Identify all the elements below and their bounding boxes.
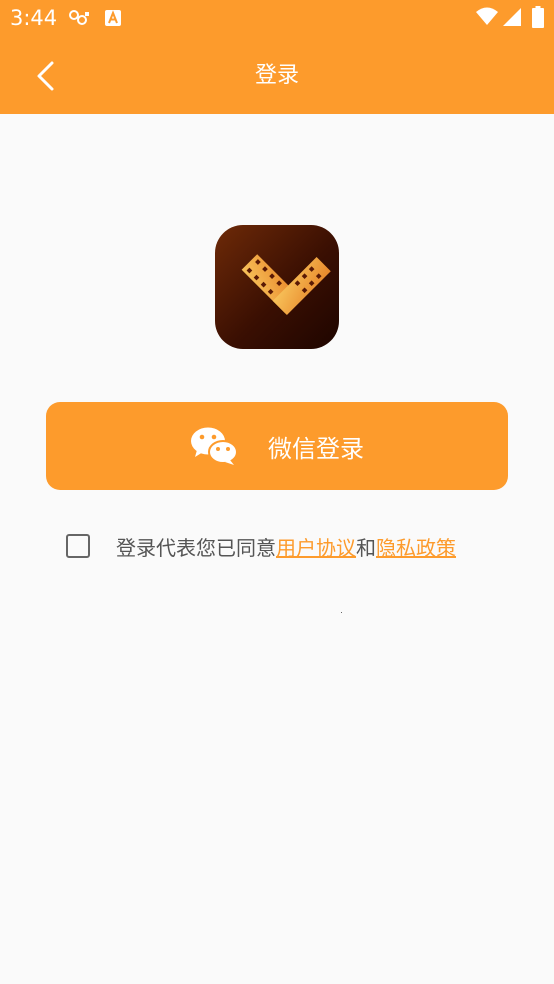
status-time: 3:44 xyxy=(10,6,58,30)
page-title: 登录 xyxy=(254,63,299,88)
back-button[interactable] xyxy=(22,48,70,104)
agreement-and: 和 xyxy=(356,535,376,560)
signal-icon xyxy=(502,7,522,31)
stray-dot xyxy=(341,612,342,613)
app-notification-icon xyxy=(104,8,122,32)
agreement-checkbox[interactable] xyxy=(66,534,90,558)
notification-icon xyxy=(68,8,92,32)
wifi-icon xyxy=(476,6,498,30)
back-arrow-icon xyxy=(37,61,54,91)
app-bar: 登录 xyxy=(0,38,554,114)
battery-icon xyxy=(532,6,544,32)
privacy-policy-link[interactable]: 隐私政策 xyxy=(376,536,456,560)
app-logo xyxy=(215,225,339,349)
wechat-icon xyxy=(191,427,238,465)
agreement-text: 登录代表您已同意用户协议和隐私政策 xyxy=(116,532,456,561)
status-bar: 3:44 xyxy=(0,0,554,38)
user-agreement-link[interactable]: 用户协议 xyxy=(276,536,356,560)
wechat-login-label: 微信登录 xyxy=(268,434,364,463)
wechat-login-button[interactable]: 微信登录 xyxy=(46,402,508,490)
agreement-prefix: 登录代表您已同意 xyxy=(116,535,276,560)
header: 3:44 登录 xyxy=(0,0,554,114)
agreement-row: 登录代表您已同意用户协议和隐私政策 xyxy=(66,528,536,564)
